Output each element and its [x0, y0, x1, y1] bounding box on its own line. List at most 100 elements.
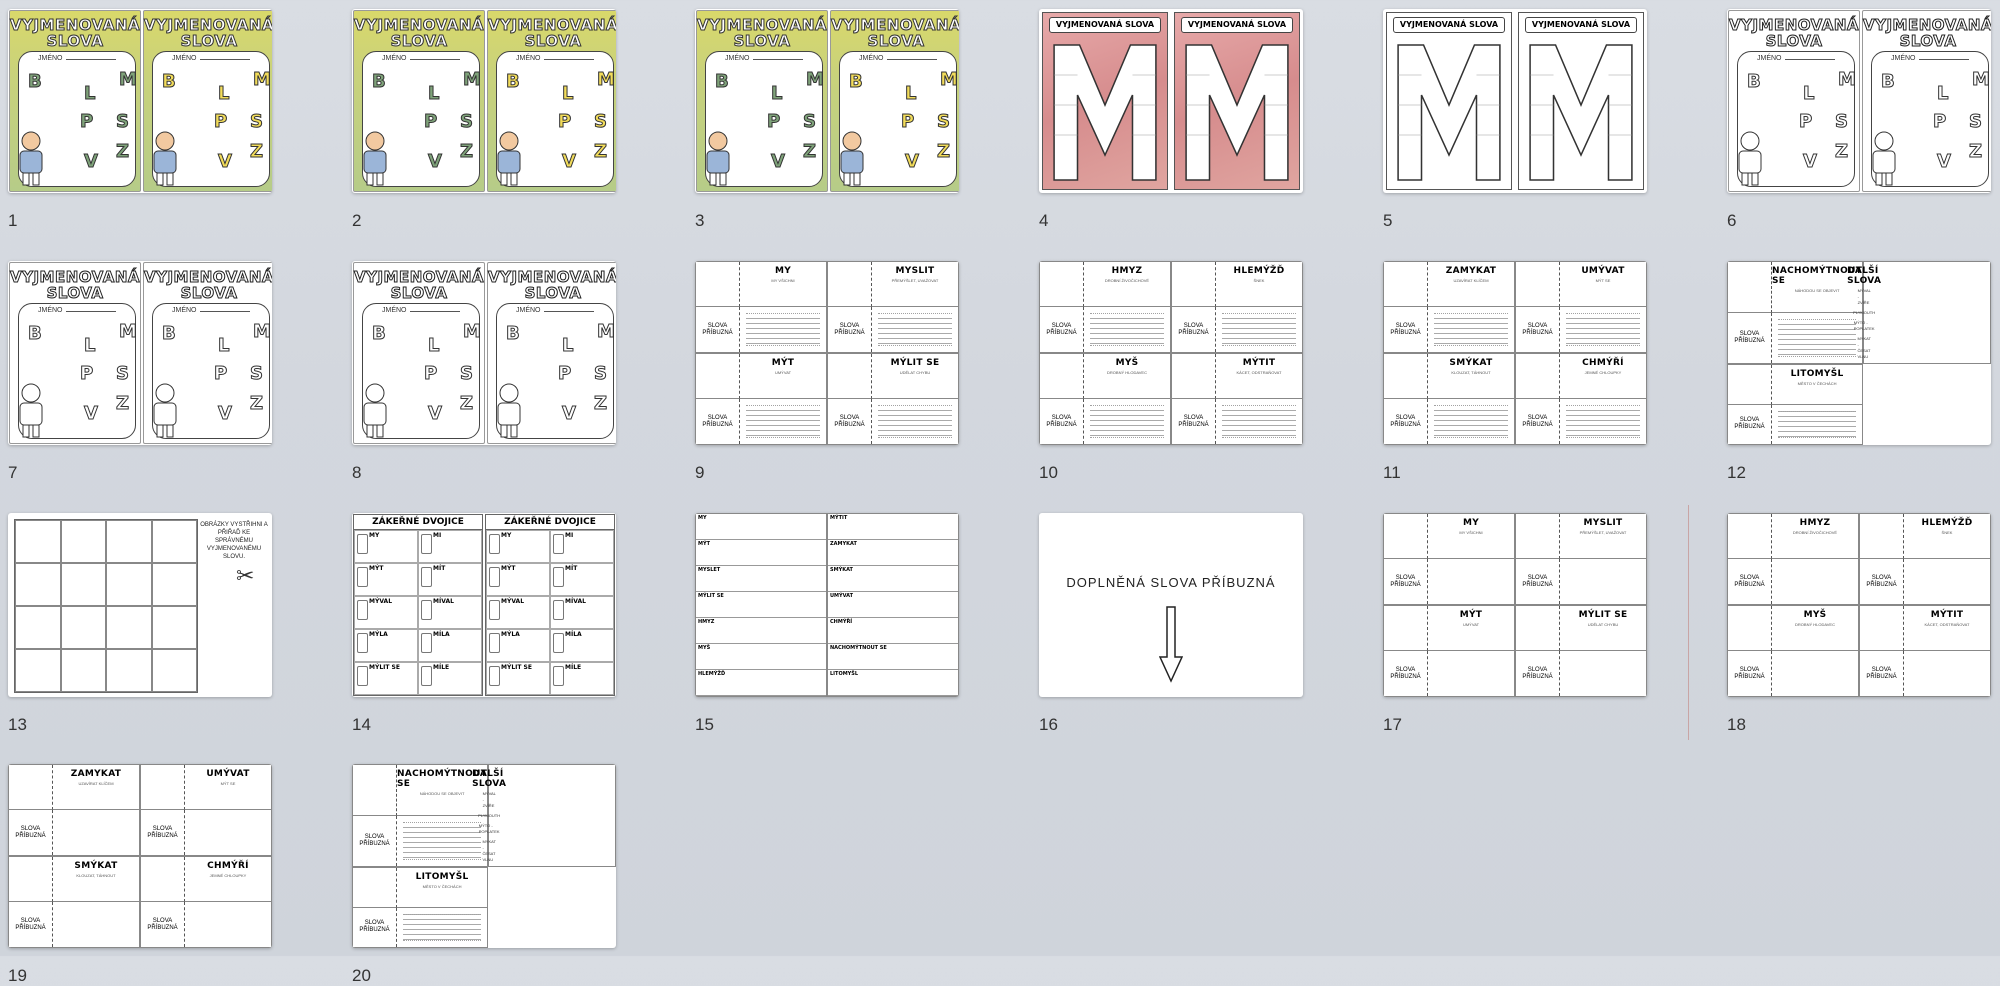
related-words-label: SLOVA PŘÍBUZNÁ: [9, 810, 53, 855]
page-thumbnail-11[interactable]: ZAMYKAT UZAVÍRAT KLÍČEM SLOVA PŘÍBUZNÁ UMÝV…: [1383, 261, 1647, 445]
page-thumbnail-13[interactable]: OBRÁZKY VYSTŘIHNI A PŘIŘAĎ KE SPRÁVNÉMU …: [8, 513, 272, 697]
word-list-row: ZAMYKAT: [828, 540, 958, 566]
page-thumbnail-4[interactable]: VYJMENOVANÁ SLOVA VYJMENOVANÁ SLOVA: [1039, 9, 1303, 193]
letter-s: S: [116, 111, 130, 133]
page-number: 18: [1727, 715, 1746, 734]
word-list-row: CHMÝŘÍ: [828, 618, 958, 644]
word-title: MYŠ: [1115, 358, 1139, 368]
letter-z: Z: [459, 393, 474, 415]
word-heading: MÝTIT KÁCET, ODSTRAŇOVAT: [1216, 354, 1302, 399]
related-words-area: [1560, 559, 1646, 604]
word-list-word: NACHOMÝTNOUT SE: [830, 645, 887, 651]
extra-word: PLYMOUTH: [478, 813, 501, 818]
word-title: SMÝKAT: [1449, 358, 1493, 368]
page-thumbnail-1[interactable]: VYJMENOVANÁ SLOVA JMÉNO B L M P S V Z VYJMENOVANÁ…: [8, 9, 272, 193]
m-letter-diagram: [1525, 35, 1637, 185]
m-shape-half: VYJMENOVANÁ SLOVA: [1518, 12, 1644, 190]
section-heading: DOPLNĚNÁ SLOVA PŘÍBUZNÁ: [1066, 575, 1276, 590]
related-words-area: [1222, 313, 1296, 346]
picture-cell: [151, 606, 197, 649]
letter-s: S: [803, 111, 817, 133]
cover-half: VYJMENOVANÁ SLOVA JMÉNO B L M P S V Z: [696, 10, 828, 192]
letter-p: P: [423, 363, 438, 385]
page-thumbnail-14[interactable]: ZÁKEŘNÉ DVOJICE MY MI MÝT MÍT MÝVAL MÍVAL MÝLA M…: [352, 513, 616, 697]
page-thumbnail-20[interactable]: NACHOMÝTNOUT SE NÁHODOU SE OBJEVIT SLOVA P…: [352, 764, 616, 948]
page-thumbnail-18[interactable]: HMYZ DROBNÍ ŽIVOČICHOVÉ SLOVA PŘÍBUZNÁ HLEM…: [1727, 513, 1991, 697]
picture-cell: [106, 563, 152, 606]
extra-word: MÝVAL - ZVÍŘE: [482, 791, 496, 808]
pair-word: MÍT: [418, 563, 482, 596]
page-thumbnail-16[interactable]: DOPLNĚNÁ SLOVA PŘÍBUZNÁ: [1039, 513, 1303, 697]
related-words-area: [1904, 559, 1990, 604]
pair-word: MI: [418, 530, 482, 563]
word-list-word: MÝT: [698, 541, 711, 547]
child-illustration: [14, 381, 48, 439]
word-heading: MYŠ DROBNÝ HLODAVEC: [1084, 354, 1170, 399]
page-thumbnail-5[interactable]: VYJMENOVANÁ SLOVA VYJMENOVANÁ SLOVA: [1383, 9, 1647, 193]
related-words-label: SLOVA PŘÍBUZNÁ: [1728, 651, 1772, 696]
word-list-row: UMÝVAT: [828, 592, 958, 618]
word-list-word: SMÝKAT: [830, 567, 853, 573]
page-thumbnail-2[interactable]: VYJMENOVANÁ SLOVA JMÉNO B L M P S V Z VYJMENOVANÁ…: [352, 9, 616, 193]
page-thumbnail-8[interactable]: VYJMENOVANÁ SLOVA JMÉNO B L M P S V Z VYJMENOVANÁ…: [352, 261, 616, 445]
page-number: 4: [1039, 211, 1049, 230]
picture-placeholder: [1516, 262, 1560, 307]
word-cell: [488, 867, 616, 948]
page-thumbnail-3[interactable]: VYJMENOVANÁ SLOVA JMÉNO B L M P S V Z VYJMENOVANÁ…: [695, 9, 959, 193]
cover-half: VYJMENOVANÁ SLOVA JMÉNO B L M P S V Z: [1728, 10, 1860, 192]
cover-half: VYJMENOVANÁ SLOVA JMÉNO B L M P S V Z: [487, 10, 616, 192]
letter-b: B: [1881, 71, 1896, 93]
picture-placeholder: [1384, 262, 1428, 307]
page-thumbnail-19[interactable]: ZAMYKAT UZAVÍRAT KLÍČEM SLOVA PŘÍBUZNÁ UMÝV…: [8, 764, 272, 948]
word-description: KLOUZAT, TÁHNOUT: [1451, 370, 1491, 375]
related-words-label: SLOVA PŘÍBUZNÁ: [141, 902, 185, 947]
word-heading: HMYZ DROBNÍ ŽIVOČICHOVÉ: [1084, 262, 1170, 307]
m-shape-half: VYJMENOVANÁ SLOVA: [1042, 12, 1168, 190]
word-cell: NACHOMÝTNOUT SE NÁHODOU SE OBJEVIT SLOVA P…: [352, 764, 489, 867]
letter-z: Z: [249, 141, 264, 163]
word-cell: UMÝVAT MÝT SE SLOVA PŘÍBUZNÁ: [140, 764, 272, 856]
picture-placeholder: [1040, 354, 1084, 399]
page-thumbnail-7[interactable]: VYJMENOVANÁ SLOVA JMÉNO B L M P S V Z VYJMENOVANÁ…: [8, 261, 272, 445]
word-heading: MYSLIT PŘEMÝŠLET, UVAŽOVAT: [1560, 514, 1646, 559]
picture-cell: [106, 520, 152, 563]
word-cell: NACHOMÝTNOUT SE NÁHODOU SE OBJEVIT SLOVA P…: [1727, 261, 1864, 364]
letter-v: V: [1803, 151, 1818, 173]
pair-word: MÝVAL: [354, 596, 418, 629]
word-list-word: CHMÝŘÍ: [830, 619, 853, 625]
word-description: MÝT SE: [220, 781, 236, 786]
picture-placeholder: [1860, 606, 1904, 651]
page-thumbnail-15[interactable]: MY MÝT MYSLET MÝLIT SE HMYZ MYŠ HLEMÝŽĎ MÝTIT ZA…: [695, 513, 959, 697]
word-list-word: HMYZ: [698, 619, 715, 625]
child-illustration: [358, 381, 392, 439]
related-words-label: SLOVA PŘÍBUZNÁ: [1728, 559, 1772, 604]
related-words-label: SLOVA PŘÍBUZNÁ: [828, 307, 872, 352]
word-description: PŘEMÝŠLET, UVAŽOVAT: [891, 278, 939, 283]
cover-title: VYJMENOVANÁ SLOVA: [831, 16, 960, 50]
letter-p: P: [557, 363, 572, 385]
word-list-word: LITOMYŠL: [830, 671, 859, 677]
page-thumbnail-10[interactable]: HMYZ DROBNÍ ŽIVOČICHOVÉ SLOVA PŘÍBUZNÁ HLEM…: [1039, 261, 1303, 445]
page-thumbnail-12[interactable]: NACHOMÝTNOUT SE NÁHODOU SE OBJEVIT SLOVA P…: [1727, 261, 1991, 445]
word-title: HLEMÝŽĎ: [1921, 518, 1973, 528]
word-cell: MÝTIT KÁCET, ODSTRAŇOVAT SLOVA PŘÍBUZNÁ: [1171, 353, 1303, 445]
related-words-label: SLOVA PŘÍBUZNÁ: [1172, 307, 1216, 352]
word-list-column: MÝTIT ZAMYKAT SMÝKAT UMÝVAT CHMÝŘÍ NACHOMÝTNO…: [827, 513, 959, 697]
page-thumbnail-9[interactable]: MY MY VŠICHNI SLOVA PŘÍBUZNÁ MYSLIT PŘEMÝŠLE…: [695, 261, 959, 445]
picture-placeholder: [353, 868, 397, 908]
m-shape-title: VYJMENOVANÁ SLOVA: [1181, 17, 1293, 33]
word-description: NÁHODOU SE OBJEVIT: [1794, 288, 1840, 293]
word-list-word: HLEMÝŽĎ: [698, 671, 726, 677]
page-thumbnail-17[interactable]: MY MY VŠICHNI SLOVA PŘÍBUZNÁ MYSLIT PŘEMÝŠLE…: [1383, 513, 1647, 697]
word-cell: MÝLIT SE UDĚLAT CHYBU SLOVA PŘÍBUZNÁ: [1515, 605, 1647, 697]
word-title: CHMÝŘÍ: [1582, 358, 1624, 368]
pair-word: MÝT: [486, 563, 550, 596]
letter-m: M: [597, 69, 616, 91]
picture-placeholder: [1728, 365, 1772, 405]
m-shape-title: VYJMENOVANÁ SLOVA: [1393, 17, 1505, 33]
instruction-text: OBRÁZKY VYSTŘIHNI A PŘIŘAĎ KE SPRÁVNÉMU …: [200, 522, 268, 560]
letter-l: L: [770, 83, 783, 105]
m-shape-title: VYJMENOVANÁ SLOVA: [1049, 17, 1161, 33]
page-thumbnail-6[interactable]: VYJMENOVANÁ SLOVA JMÉNO B L M P S V Z VYJMENOVANÁ…: [1727, 9, 1991, 193]
word-cell: DALŠÍ SLOVA MÝVAL - ZVÍŘE PLYMOUTH MÝTO - P…: [1847, 261, 1991, 364]
